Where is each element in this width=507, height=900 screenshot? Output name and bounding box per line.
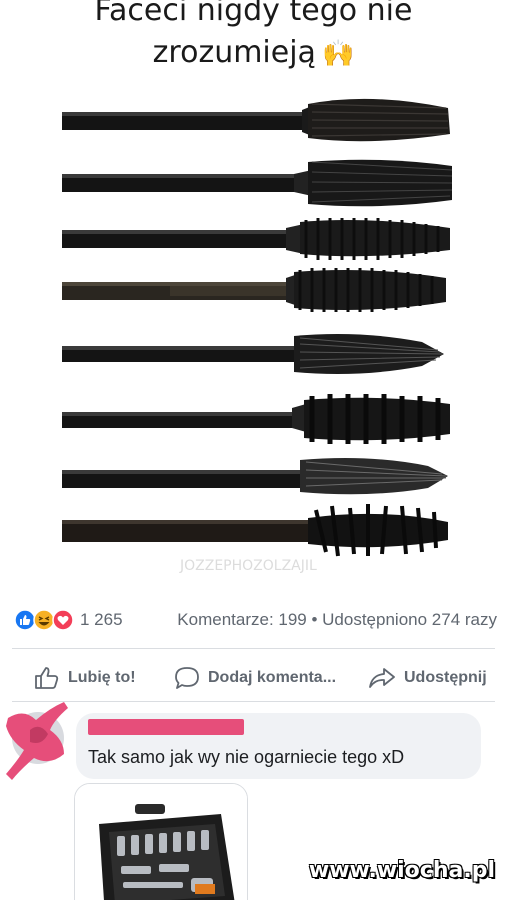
comment-bubble: Tak samo jak wy nie ogarniecie tego xD	[76, 713, 481, 779]
image-watermark: JOZZEPHOZOLZAJIL	[179, 558, 317, 574]
love-reaction-icon	[52, 609, 74, 631]
reaction-count[interactable]: 1 265	[80, 610, 123, 630]
site-watermark: www.wiocha.pl	[308, 858, 495, 883]
thumbs-up-icon	[35, 667, 59, 689]
post-title-line-2: zrozumieją	[152, 35, 316, 70]
reactions-bar: 1 265 Komentarze: 199 • Udostępniono 274…	[0, 602, 507, 638]
divider	[12, 701, 495, 702]
like-reaction-icon	[14, 609, 36, 631]
comment-text: Tak samo jak wy nie ogarniecie tego xD	[88, 747, 405, 767]
comment-attachment[interactable]	[74, 783, 248, 900]
share-arrow-icon	[369, 668, 395, 688]
divider	[12, 648, 495, 649]
commenter-avatar[interactable]	[4, 700, 70, 782]
comments-shares-stats[interactable]: Komentarze: 199 • Udostępniono 274 razy	[177, 610, 497, 630]
like-button[interactable]: Lubię to!	[34, 666, 136, 690]
post-title-line-1: Faceci nigdy tego nie	[94, 0, 413, 28]
post-action-row: Lubię to! Dodaj komenta... Udostępnij	[0, 656, 507, 698]
commenter-name-redacted[interactable]	[88, 719, 244, 735]
share-button[interactable]: Udostępnij	[368, 666, 487, 690]
post-title: Faceci nigdy tego nie zrozumieją 🙌	[0, 0, 507, 75]
haha-reaction-icon	[33, 609, 55, 631]
raising-hands-icon: 🙌	[321, 39, 355, 69]
comment-button[interactable]: Dodaj komenta...	[174, 666, 336, 690]
post-image[interactable]: JOZZEPHOZOLZAJIL	[50, 82, 460, 582]
toolbox-set-image	[75, 784, 247, 900]
speech-bubble-icon	[175, 667, 199, 689]
share-button-label: Udostępnij	[404, 669, 487, 686]
comment-button-label: Dodaj komenta...	[208, 669, 337, 686]
like-button-label: Lubię to!	[68, 669, 136, 686]
reaction-icons[interactable]	[14, 609, 76, 631]
